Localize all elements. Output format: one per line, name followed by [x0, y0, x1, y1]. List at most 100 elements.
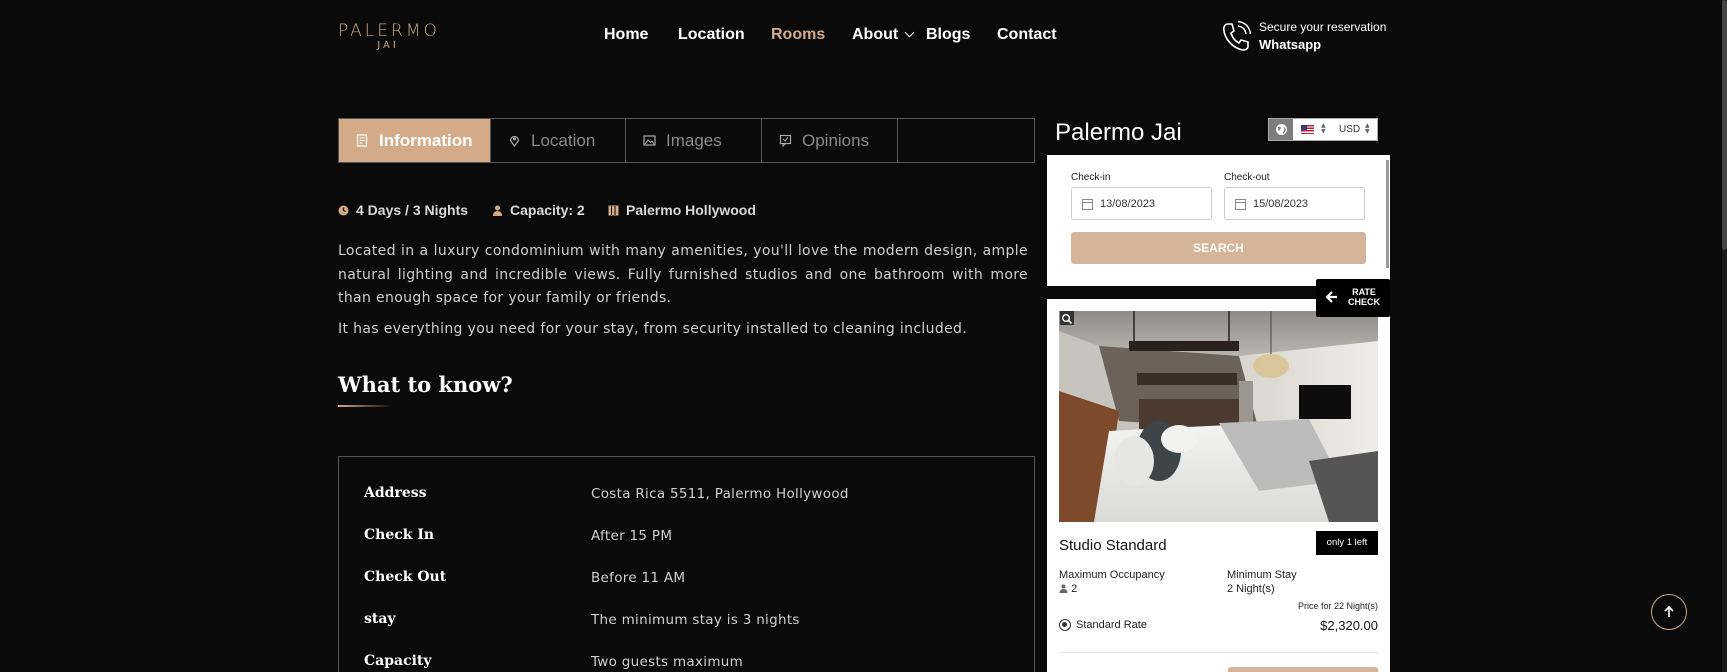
max-occupancy: 2 — [1059, 583, 1077, 595]
meta-duration-text: 4 Days / 3 Nights — [356, 202, 469, 218]
nav-blogs[interactable]: Blogs — [926, 26, 970, 44]
checkin-field[interactable]: 13/08/2023 — [1071, 187, 1212, 220]
checkout-value: 15/08/2023 — [1253, 198, 1309, 210]
row-key: Check Out — [364, 569, 447, 585]
nav-home[interactable]: Home — [604, 26, 648, 44]
meta-capacity: Capacity: 2 — [492, 202, 585, 218]
tab-information-label: Information — [379, 130, 473, 150]
description-paragraph-2: It has everything you need for your stay… — [338, 321, 968, 337]
section-title: What to know? — [338, 372, 513, 397]
checkout-label: Check-out — [1224, 172, 1270, 183]
row-value: Before 11 AM — [591, 570, 686, 586]
zoom-icon[interactable] — [1060, 311, 1074, 325]
table-row: Check In After 15 PM — [339, 527, 1034, 569]
rate-check-button[interactable]: RATE CHECK — [1316, 279, 1390, 317]
book-button[interactable] — [1228, 667, 1378, 672]
reserve-caption: Secure your reservation — [1259, 20, 1387, 34]
widget-title: Palermo Jai — [1055, 119, 1182, 146]
logo-line2: JAI — [377, 40, 399, 51]
page-scrollbar-thumb[interactable] — [1722, 0, 1727, 250]
card-divider — [1059, 652, 1378, 653]
checkin-label: Check-in — [1071, 172, 1111, 183]
phone-icon — [1223, 20, 1251, 51]
rate-name[interactable]: Standard Rate — [1076, 619, 1147, 631]
room-name[interactable]: Studio Standard — [1059, 537, 1167, 554]
max-occupancy-value: 2 — [1071, 583, 1078, 595]
meta-location-text: Palermo Hollywood — [626, 202, 756, 218]
nav-rooms[interactable]: Rooms — [771, 26, 825, 44]
search-panel: Check-in Check-out 13/08/2023 15/08/2023… — [1047, 155, 1390, 286]
section-underline — [338, 405, 393, 407]
table-row: Address Costa Rica 5511, Palermo Hollywo… — [339, 485, 1034, 527]
search-button[interactable]: SEARCH — [1071, 232, 1366, 264]
table-row: Capacity Two guests maximum — [339, 653, 1034, 672]
flag-sort-icon: ▲ ▼ — [1321, 122, 1326, 135]
meta-location: Palermo Hollywood — [608, 202, 756, 218]
max-occupancy-label: Maximum Occupancy — [1059, 569, 1165, 581]
currency-sort-icon: ▲ ▼ — [1365, 122, 1370, 135]
table-row: stay The minimum stay is 3 nights — [339, 611, 1034, 653]
globe-icon[interactable] — [1269, 119, 1293, 140]
nav-about[interactable]: About — [852, 26, 915, 44]
map-pin-icon — [509, 135, 520, 147]
tab-information[interactable]: Information — [339, 119, 491, 162]
comment-icon — [779, 134, 792, 147]
availability-badge: only 1 left — [1316, 531, 1378, 555]
tab-opinions-label: Opinions — [802, 130, 870, 150]
price-note: Price for 22 Night(s) — [1297, 601, 1378, 611]
tab-location[interactable]: Location — [491, 119, 626, 162]
rate-radio[interactable] — [1059, 619, 1071, 631]
row-key: stay — [364, 611, 396, 627]
meta-capacity-text: Capacity: 2 — [510, 202, 585, 218]
site-header: PALERMO JAI Home Location Rooms About Bl… — [0, 0, 1727, 72]
tab-empty — [898, 119, 1034, 162]
panel-scrollbar[interactable] — [1386, 160, 1389, 268]
person-icon — [493, 205, 502, 216]
tab-images[interactable]: Images — [626, 119, 762, 162]
row-key: Capacity — [364, 653, 432, 669]
calendar-icon — [1082, 199, 1093, 210]
min-stay-value: 2 Night(s) — [1227, 583, 1275, 595]
rate-price: $2,320.00 — [1320, 618, 1378, 633]
nav-about-label: About — [852, 26, 899, 43]
logo-line1: PALERMO — [338, 21, 440, 41]
person-icon — [1059, 584, 1068, 593]
nav-contact[interactable]: Contact — [997, 26, 1057, 44]
tab-location-label: Location — [531, 130, 596, 150]
language-currency-selector[interactable]: ▲ ▼ USD ▲ ▼ — [1268, 118, 1378, 141]
row-key: Check In — [364, 527, 435, 543]
arrow-left-icon — [1325, 291, 1337, 303]
min-stay-label: Minimum Stay — [1227, 569, 1297, 581]
scroll-to-top-button[interactable] — [1651, 594, 1687, 630]
meta-duration: 4 Days / 3 Nights — [338, 202, 468, 218]
rate-check-label: RATE CHECK — [1347, 287, 1380, 307]
image-icon — [643, 135, 656, 146]
row-value: Costa Rica 5511, Palermo Hollywood — [591, 486, 849, 502]
nav-location[interactable]: Location — [678, 26, 745, 44]
currency-select[interactable]: USD — [1339, 124, 1360, 135]
room-photo[interactable] — [1059, 311, 1378, 522]
row-value: After 15 PM — [591, 528, 673, 544]
clock-icon — [338, 205, 349, 215]
us-flag-icon[interactable] — [1301, 125, 1314, 134]
tab-opinions[interactable]: Opinions — [762, 119, 898, 162]
detail-tabs: Information Location Images Opinions — [338, 118, 1035, 163]
row-value: Two guests maximum — [591, 654, 744, 670]
checkin-value: 13/08/2023 — [1100, 198, 1156, 210]
description-paragraph-1: Located in a luxury condominium with man… — [338, 243, 1028, 306]
whatsapp-link[interactable]: Whatsapp — [1259, 37, 1321, 52]
room-card: Studio Standard only 1 left Maximum Occu… — [1047, 299, 1390, 672]
tab-images-label: Images — [666, 130, 722, 150]
row-key: Address — [364, 485, 427, 501]
table-row: Check Out Before 11 AM — [339, 569, 1034, 611]
room-photo-illustration — [1059, 311, 1378, 522]
building-icon — [608, 205, 619, 215]
page-scrollbar[interactable] — [1722, 0, 1727, 672]
checkout-field[interactable]: 15/08/2023 — [1224, 187, 1365, 220]
arrow-up-icon — [1664, 605, 1674, 617]
document-icon — [356, 134, 368, 147]
row-value: The minimum stay is 3 nights — [591, 612, 800, 628]
details-table: Address Costa Rica 5511, Palermo Hollywo… — [338, 456, 1035, 672]
site-logo[interactable]: PALERMO JAI — [338, 22, 438, 51]
chevron-down-icon — [904, 27, 915, 38]
